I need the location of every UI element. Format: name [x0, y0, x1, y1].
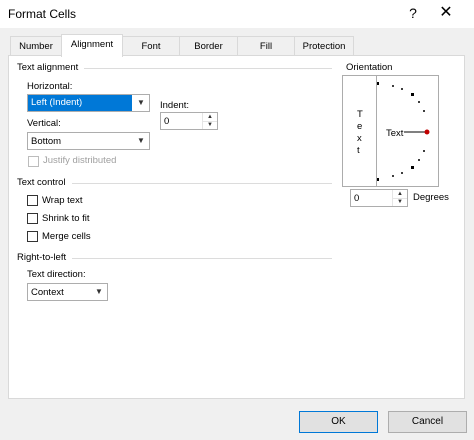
tab-border[interactable]: Border	[179, 36, 238, 56]
ok-button[interactable]: OK	[299, 411, 378, 433]
indent-value: 0	[164, 116, 170, 127]
vertical-label: Vertical:	[27, 118, 61, 129]
vertical-select-value: Bottom	[31, 136, 62, 147]
right-to-left-divider	[72, 258, 332, 259]
spin-down-icon[interactable]: ▼	[202, 121, 217, 129]
chevron-down-icon[interactable]: ▼	[90, 284, 107, 300]
indent-label: Indent:	[160, 100, 190, 111]
degrees-value: 0	[354, 193, 360, 204]
text-control-heading: Text control	[17, 177, 66, 188]
text-direction-label: Text direction:	[27, 269, 86, 280]
tab-protection[interactable]: Protection	[294, 36, 354, 56]
tab-number[interactable]: Number	[10, 36, 62, 56]
wrap-text-checkbox[interactable]	[27, 195, 38, 206]
degrees-label: Degrees	[413, 192, 449, 203]
horizontal-select-value: Left (Indent)	[28, 95, 133, 111]
help-icon[interactable]: ?	[404, 4, 422, 22]
vertical-text-letter: T	[357, 109, 363, 120]
text-control-divider	[72, 183, 332, 184]
close-icon[interactable]: ✕	[436, 3, 456, 23]
tab-font[interactable]: Font	[122, 36, 180, 56]
merge-cells-label: Merge cells	[42, 231, 91, 242]
indent-stepper[interactable]: 0 ▲ ▼	[160, 112, 218, 130]
cancel-button[interactable]: Cancel	[388, 411, 467, 433]
vertical-text-button[interactable]: T e x t	[343, 76, 377, 186]
chevron-down-icon[interactable]: ▼	[132, 133, 149, 149]
tab-fill[interactable]: Fill	[237, 36, 295, 56]
merge-cells-checkbox[interactable]	[27, 231, 38, 242]
vertical-text-letter: x	[357, 133, 362, 144]
vertical-text-letter: t	[357, 145, 360, 156]
orientation-box[interactable]: T e x t Text	[342, 75, 439, 187]
text-direction-select-value: Context	[31, 287, 64, 298]
wrap-text-label: Wrap text	[42, 195, 83, 206]
shrink-to-fit-label: Shrink to fit	[42, 213, 90, 224]
dialog-title: Format Cells	[8, 7, 77, 21]
justify-distributed-label: Justify distributed	[43, 155, 117, 166]
horizontal-select[interactable]: Left (Indent) ▼	[27, 94, 150, 112]
chevron-down-icon[interactable]: ▼	[132, 95, 149, 111]
horizontal-label: Horizontal:	[27, 81, 73, 92]
tab-alignment[interactable]: Alignment	[61, 34, 123, 57]
right-to-left-heading: Right-to-left	[17, 252, 67, 263]
dial-handle[interactable]	[424, 129, 430, 135]
vertical-select[interactable]: Bottom ▼	[27, 132, 150, 150]
text-direction-select[interactable]: Context ▼	[27, 283, 108, 301]
vertical-text-letter: e	[357, 121, 363, 132]
spin-down-icon[interactable]: ▼	[392, 198, 407, 206]
text-alignment-divider	[84, 68, 332, 69]
dial-text-label: Text	[386, 128, 404, 139]
shrink-to-fit-checkbox[interactable]	[27, 213, 38, 224]
text-alignment-heading: Text alignment	[17, 62, 79, 73]
degrees-stepper[interactable]: 0 ▲ ▼	[350, 189, 408, 207]
orientation-heading: Orientation	[346, 62, 393, 73]
justify-distributed-checkbox[interactable]	[28, 156, 39, 167]
